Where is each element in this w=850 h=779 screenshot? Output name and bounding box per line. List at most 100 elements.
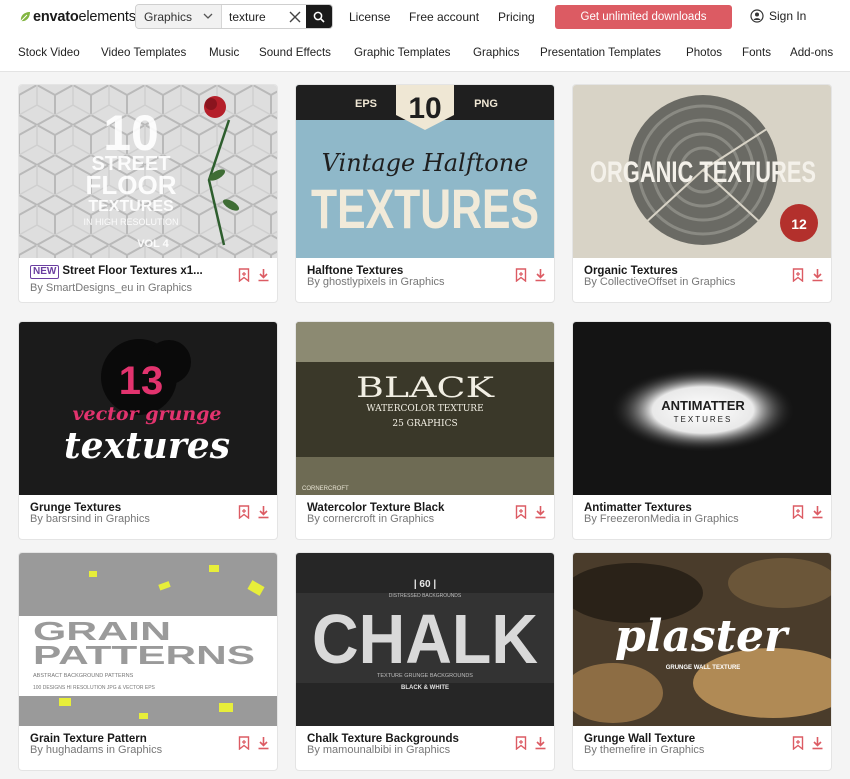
download-icon[interactable] [534, 505, 547, 519]
art-line: WATERCOLOR TEXTURE [366, 404, 483, 414]
item-author[interactable]: By SmartDesigns_eu in Graphics [30, 282, 240, 294]
category-presentation-templates[interactable]: Presentation Templates [540, 46, 661, 59]
search-category-select[interactable]: Graphics [136, 5, 222, 28]
bookmark-icon[interactable] [515, 505, 527, 519]
art-line: TEXTURES [674, 415, 733, 424]
category-graphic-templates[interactable]: Graphic Templates [354, 46, 450, 59]
art-title: CHALK [312, 600, 538, 678]
get-unlimited-downloads-button[interactable]: Get unlimited downloads [555, 5, 732, 29]
bookmark-icon[interactable] [792, 268, 804, 282]
item-author[interactable]: By hughadams in Graphics [30, 744, 240, 756]
art-line: PATTERNS [33, 640, 255, 670]
art-line: ABSTRACT BACKGROUND PATTERNS [33, 673, 134, 679]
category-add-ons[interactable]: Add-ons [790, 46, 833, 59]
bookmark-icon[interactable] [238, 268, 250, 282]
item-author[interactable]: By cornercroft in Graphics [307, 513, 517, 525]
cta-label: Get unlimited downloads [580, 11, 707, 23]
item-author[interactable]: By ghostlypixels in Graphics [307, 276, 517, 288]
download-icon[interactable] [257, 505, 270, 519]
category-photos[interactable]: Photos [686, 46, 722, 59]
item-thumbnail[interactable]: EPS 10 PNG Vintage Halftone TEXTURES [296, 85, 554, 258]
envato-elements-logo[interactable]: envato elements [18, 8, 136, 26]
art-script: Vintage Halftone [322, 149, 529, 177]
sign-in-label: Sign In [769, 9, 807, 23]
bookmark-icon[interactable] [792, 505, 804, 519]
item-thumbnail[interactable]: ANTIMATTER TEXTURES [573, 322, 831, 495]
new-badge: NEW [30, 265, 60, 279]
leaf-icon [20, 12, 30, 22]
free-account-link[interactable]: Free account [409, 10, 479, 24]
art-title: BLACK [356, 371, 495, 404]
download-icon[interactable] [811, 268, 824, 282]
art-title: plaster [615, 611, 790, 662]
art-line: 25 GRAPHICS [392, 419, 457, 429]
clear-icon[interactable] [288, 10, 302, 24]
art-number: 13 [119, 359, 164, 403]
logo-text-envato: envato [33, 9, 79, 25]
search-input-value: texture [229, 9, 266, 24]
item-thumbnail[interactable]: BLACK WATERCOLOR TEXTURE 25 GRAPHICS COR… [296, 322, 554, 495]
search-bar: Graphics texture [135, 4, 333, 29]
item-thumbnail[interactable]: ORGANIC TEXTURES 12 [573, 85, 831, 258]
item-author[interactable]: By FreezeronMedia in Graphics [584, 513, 794, 525]
bookmark-icon[interactable] [515, 736, 527, 750]
item-card[interactable]: ANTIMATTER TEXTURES Antimatter Textures … [572, 321, 832, 540]
bookmark-icon[interactable] [238, 505, 250, 519]
art-line: ANTIMATTER [661, 398, 745, 413]
art-label: EPS [355, 98, 377, 110]
item-card[interactable]: plaster GRUNGE WALL TEXTURE Grunge Wall … [572, 552, 832, 771]
category-graphics[interactable]: Graphics [473, 46, 519, 59]
search-button[interactable] [306, 5, 332, 28]
category-stock-video[interactable]: Stock Video [18, 46, 80, 59]
item-card[interactable]: 13 vector grunge textures Grunge Texture… [18, 321, 278, 540]
license-link[interactable]: License [349, 10, 390, 24]
search-input[interactable]: texture [222, 5, 306, 28]
chevron-down-icon [203, 13, 213, 19]
download-icon[interactable] [257, 268, 270, 282]
download-icon[interactable] [811, 505, 824, 519]
art-number: 10 [408, 92, 441, 125]
download-icon[interactable] [257, 736, 270, 750]
art-line: IN HIGH RESOLUTION [83, 217, 178, 227]
item-card[interactable]: BLACK WATERCOLOR TEXTURE 25 GRAPHICS COR… [295, 321, 555, 540]
logo-text-elements: elements [78, 9, 136, 25]
sign-in-link[interactable]: Sign In [750, 9, 806, 23]
art-line: BLACK & WHITE [401, 685, 449, 691]
pricing-link[interactable]: Pricing [498, 10, 535, 24]
item-title[interactable]: NEW Street Floor Textures x1... [30, 265, 230, 279]
category-fonts[interactable]: Fonts [742, 46, 771, 59]
art-title: ORGANIC TEXTURES [590, 156, 816, 189]
art-title: TEXTURES [311, 177, 539, 240]
bookmark-icon[interactable] [238, 736, 250, 750]
bookmark-icon[interactable] [515, 268, 527, 282]
art-line: 100 DESIGNS HI RESOLUTION JPG & VECTOR E… [33, 685, 156, 691]
search-category-value: Graphics [144, 9, 193, 24]
art-line: textures [64, 425, 230, 467]
item-card[interactable]: ORGANIC TEXTURES 12 Organic Textures By … [572, 84, 832, 303]
item-author[interactable]: By CollectiveOffset in Graphics [584, 276, 794, 288]
item-thumbnail[interactable]: GRAIN PATTERNS ABSTRACT BACKGROUND PATTE… [19, 553, 277, 726]
download-icon[interactable] [811, 736, 824, 750]
art-line: FLOOR [86, 170, 177, 200]
download-icon[interactable] [534, 268, 547, 282]
category-video-templates[interactable]: Video Templates [101, 46, 186, 59]
item-title-text: Street Floor Textures x1... [62, 265, 203, 277]
item-thumbnail[interactable]: plaster GRUNGE WALL TEXTURE [573, 553, 831, 726]
bookmark-icon[interactable] [792, 736, 804, 750]
item-author[interactable]: By themefire in Graphics [584, 744, 794, 756]
item-author[interactable]: By barsrsind in Graphics [30, 513, 240, 525]
item-thumbnail[interactable]: 10 STREET FLOOR TEXTURES IN HIGH RESOLUT… [19, 85, 277, 258]
download-icon[interactable] [534, 736, 547, 750]
item-card[interactable]: | 60 | DISTRESSED BACKGROUNDS CHALK TEXT… [295, 552, 555, 771]
art-line: VOL 4 [137, 238, 169, 250]
item-card[interactable]: 10 STREET FLOOR TEXTURES IN HIGH RESOLUT… [18, 84, 278, 303]
item-thumbnail[interactable]: | 60 | DISTRESSED BACKGROUNDS CHALK TEXT… [296, 553, 554, 726]
item-card[interactable]: GRAIN PATTERNS ABSTRACT BACKGROUND PATTE… [18, 552, 278, 771]
category-music[interactable]: Music [209, 46, 239, 59]
art-line: TEXTURE GRUNGE BACKGROUNDS [377, 673, 473, 679]
item-card[interactable]: EPS 10 PNG Vintage Halftone TEXTURES Hal… [295, 84, 555, 303]
item-thumbnail[interactable]: 13 vector grunge textures [19, 322, 277, 495]
item-author[interactable]: By mamounalbibi in Graphics [307, 744, 517, 756]
art-line: DISTRESSED BACKGROUNDS [389, 593, 462, 599]
category-sound-effects[interactable]: Sound Effects [259, 46, 331, 59]
